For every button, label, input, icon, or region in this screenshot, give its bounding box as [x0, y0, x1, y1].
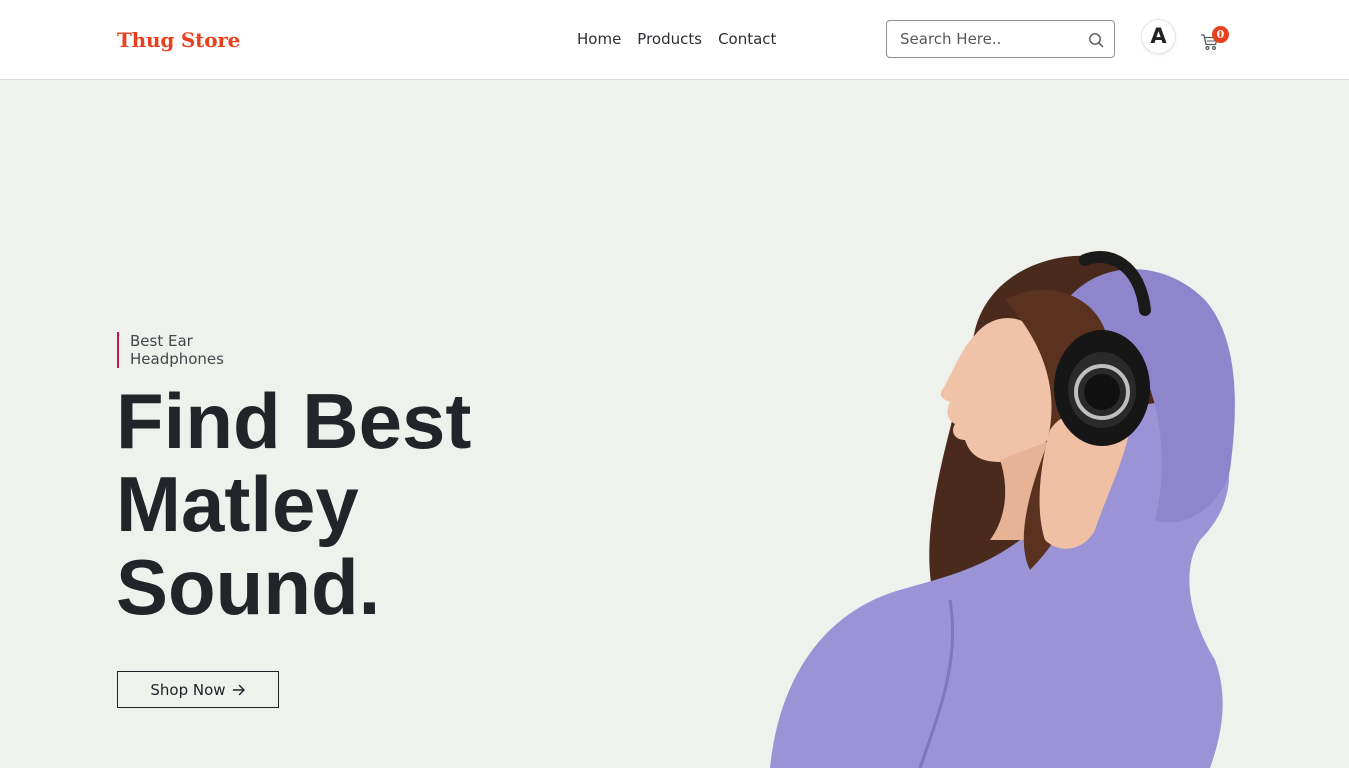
account-button[interactable]: A: [1141, 19, 1176, 54]
shop-now-button[interactable]: Shop Now: [117, 671, 279, 708]
shop-now-label: Shop Now: [150, 680, 226, 699]
account-icon: A: [1150, 24, 1167, 48]
hero-tagline: Best Ear Headphones: [117, 332, 257, 368]
nav-products-link[interactable]: Products: [629, 30, 710, 48]
nav-contact-link[interactable]: Contact: [710, 30, 784, 48]
cart-count-badge: 0: [1212, 26, 1229, 43]
top-navbar: Thug Store Home Products Contact A 0: [0, 0, 1349, 80]
search-input[interactable]: [887, 21, 1077, 57]
hero-image-woman-headphones: [770, 251, 1235, 768]
hero-title-line: Sound.: [116, 543, 381, 631]
search-box: [886, 20, 1115, 58]
hero-title: Find Best Matley Sound.: [116, 380, 576, 629]
brand-logo[interactable]: Thug Store: [117, 28, 240, 52]
arrow-right-icon: [232, 684, 245, 695]
hero-title-line: Matley: [116, 460, 359, 548]
hero-title-line: Find Best: [116, 377, 472, 465]
nav-home-link[interactable]: Home: [569, 30, 629, 48]
cart-button[interactable]: 0: [1200, 26, 1230, 54]
search-icon[interactable]: [1088, 32, 1104, 48]
main-nav: Home Products Contact: [569, 30, 784, 48]
